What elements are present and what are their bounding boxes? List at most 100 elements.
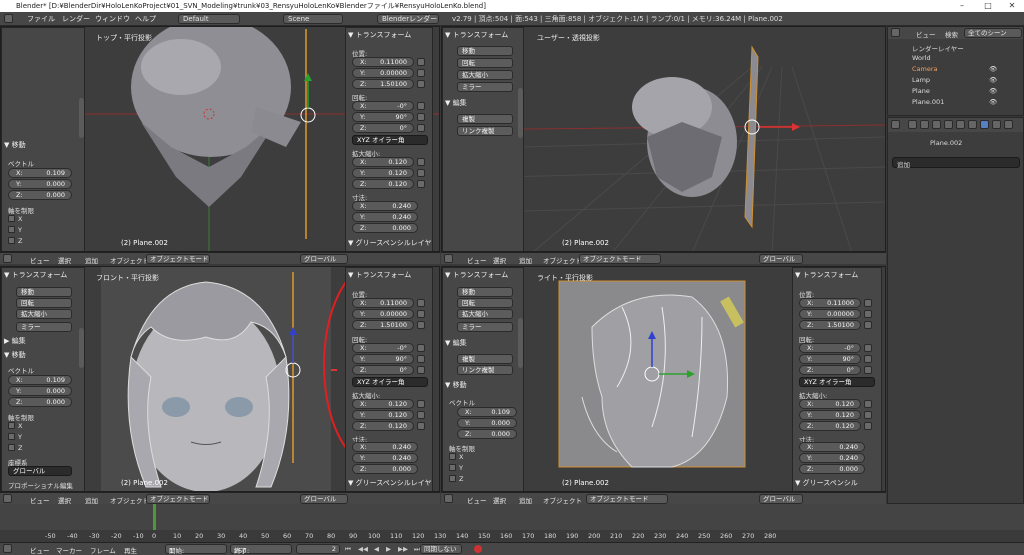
- outliner-editor-icon[interactable]: [891, 28, 900, 37]
- vector-z-field[interactable]: Z: 0.000: [457, 429, 517, 439]
- lock-icon[interactable]: [864, 299, 872, 307]
- lock-icon[interactable]: [864, 310, 872, 318]
- viewport-bottom-left[interactable]: フロント・平行投影 (2) Plane.002 ▼ トランスフォーム 移動 回転…: [0, 266, 440, 492]
- scene-tab-icon[interactable]: [932, 120, 941, 129]
- jump-end-icon[interactable]: ⏭: [414, 545, 420, 554]
- duplicate-button[interactable]: 複製: [457, 114, 513, 124]
- eye-icon[interactable]: 👁: [989, 65, 997, 73]
- record-icon[interactable]: [474, 545, 482, 553]
- rotation-x-field[interactable]: X: -0°: [352, 343, 414, 353]
- editor-type-icon[interactable]: [444, 254, 453, 263]
- lock-icon[interactable]: [417, 310, 425, 318]
- current-frame-field[interactable]: 2: [296, 544, 340, 554]
- play-icon[interactable]: ▶: [386, 545, 391, 553]
- transform-header[interactable]: ▼ トランスフォーム: [795, 270, 858, 280]
- scale-z-field[interactable]: Z: 0.120: [799, 421, 861, 431]
- move-button[interactable]: 移動: [457, 287, 513, 297]
- scale-button[interactable]: 拡大縮小: [457, 70, 513, 80]
- constraint-x-checkbox[interactable]: [8, 215, 15, 222]
- location-y-field[interactable]: Y: 0.00000: [799, 309, 861, 319]
- location-x-field[interactable]: X: 0.11000: [352, 57, 414, 67]
- lock-icon[interactable]: [864, 366, 872, 374]
- world-tab-icon[interactable]: [944, 120, 953, 129]
- outliner-item-camera[interactable]: Camera: [912, 65, 938, 73]
- editor-type-icon[interactable]: [3, 254, 12, 263]
- lock-icon[interactable]: [864, 355, 872, 363]
- linked-duplicate-button[interactable]: リンク複製: [457, 126, 513, 136]
- lock-icon[interactable]: [864, 321, 872, 329]
- mode-select[interactable]: オブジェクトモード: [146, 254, 210, 264]
- texture-tab-icon[interactable]: [1004, 120, 1013, 129]
- minimize-button[interactable]: –: [950, 0, 974, 12]
- orientation-select[interactable]: グローバル: [300, 494, 348, 504]
- editor-type-icon[interactable]: [3, 494, 12, 503]
- mode-select[interactable]: オブジェクトモード: [586, 494, 668, 504]
- properties-editor-icon[interactable]: [891, 120, 900, 129]
- orientation-select[interactable]: グローバル: [8, 466, 72, 476]
- lock-icon[interactable]: [417, 299, 425, 307]
- rotation-y-field[interactable]: Y: 90°: [799, 354, 861, 364]
- vector-z-field[interactable]: Z: 0.000: [8, 397, 72, 407]
- constraint-z-checkbox[interactable]: [8, 444, 15, 451]
- rotation-x-field[interactable]: X: -0°: [799, 343, 861, 353]
- end-frame-field[interactable]: 終了: 250: [230, 544, 292, 555]
- dimension-x-field[interactable]: X: 0.240: [352, 442, 418, 452]
- menu-add[interactable]: 追加: [85, 255, 98, 265]
- sync-mode-select[interactable]: 同期しない: [420, 544, 462, 554]
- eye-icon[interactable]: 👁: [989, 87, 997, 95]
- outliner-item-world[interactable]: World: [912, 54, 931, 62]
- outliner-scene-filter[interactable]: 全てのシーン: [964, 28, 1022, 38]
- edit-header[interactable]: ▶ 編集: [4, 336, 26, 346]
- timeline-editor-icon[interactable]: [3, 544, 12, 553]
- object-tab-icon[interactable]: [956, 120, 965, 129]
- rotation-z-field[interactable]: Z: 0°: [352, 123, 414, 133]
- location-z-field[interactable]: Z: 1.50100: [799, 320, 861, 330]
- play-reverse-icon[interactable]: ◀: [374, 545, 379, 553]
- timeline-menu-frame[interactable]: フレーム: [90, 545, 116, 555]
- move-op-header[interactable]: ▼ 移動: [4, 140, 26, 150]
- viewport-bottom-right[interactable]: ライト・平行投影 (2) Plane.002 ▼ トランスフォーム 移動 回転 …: [441, 266, 886, 492]
- menu-view[interactable]: ビュー: [30, 255, 50, 265]
- scale-y-field[interactable]: Y: 0.120: [799, 410, 861, 420]
- menu-window[interactable]: ウィンドウ: [95, 14, 130, 24]
- dimension-z-field[interactable]: Z: 0.000: [352, 223, 418, 233]
- lock-icon[interactable]: [417, 422, 425, 430]
- dimension-z-field[interactable]: Z: 0.000: [799, 464, 865, 474]
- lock-icon[interactable]: [864, 411, 872, 419]
- rotate-button[interactable]: 回転: [16, 298, 72, 308]
- vector-y-field[interactable]: Y: 0.000: [8, 179, 72, 189]
- orientation-select[interactable]: グローバル: [759, 254, 803, 264]
- rotation-y-field[interactable]: Y: 90°: [352, 112, 414, 122]
- location-y-field[interactable]: Y: 0.00000: [352, 309, 414, 319]
- jump-start-icon[interactable]: ⏮: [345, 545, 351, 554]
- dimension-y-field[interactable]: Y: 0.240: [799, 453, 865, 463]
- next-key-icon[interactable]: ▶▶: [398, 545, 408, 553]
- editor-type-icon[interactable]: [444, 494, 453, 503]
- timeline-menu-playback[interactable]: 再生: [124, 545, 137, 555]
- move-op-header[interactable]: ▼ 移動: [4, 350, 26, 360]
- scale-z-field[interactable]: Z: 0.120: [352, 421, 414, 431]
- rotation-mode-select[interactable]: XYZ オイラー角: [352, 135, 428, 145]
- lock-icon[interactable]: [417, 366, 425, 374]
- transform-tool-header[interactable]: ▼ トランスフォーム: [4, 270, 67, 280]
- orientation-select[interactable]: グローバル: [759, 494, 803, 504]
- move-button[interactable]: 移動: [16, 287, 72, 297]
- add-modifier-select[interactable]: 追加: [892, 157, 1020, 169]
- prev-key-icon[interactable]: ◀◀: [358, 545, 368, 553]
- vector-z-field[interactable]: Z: 0.000: [8, 190, 72, 200]
- lock-icon[interactable]: [417, 411, 425, 419]
- mirror-button[interactable]: ミラー: [457, 82, 513, 92]
- move-button[interactable]: 移動: [457, 46, 513, 56]
- lock-icon[interactable]: [417, 158, 425, 166]
- rotate-button[interactable]: 回転: [457, 58, 513, 68]
- menu-object[interactable]: オブジェクト: [543, 255, 582, 265]
- scale-y-field[interactable]: Y: 0.120: [352, 410, 414, 420]
- viewport-top-right[interactable]: ユーザー・透視投影 (2) Plane.002 ▼ トランスフォーム 移動 回転…: [441, 26, 886, 252]
- rotation-z-field[interactable]: Z: 0°: [799, 365, 861, 375]
- rotation-y-field[interactable]: Y: 90°: [352, 354, 414, 364]
- move-op-header[interactable]: ▼ 移動: [445, 380, 467, 390]
- lock-icon[interactable]: [417, 169, 425, 177]
- mode-select[interactable]: オブジェクトモード: [579, 254, 661, 264]
- edit-header[interactable]: ▼ 編集: [445, 98, 467, 108]
- scene-select[interactable]: Scene: [283, 14, 343, 24]
